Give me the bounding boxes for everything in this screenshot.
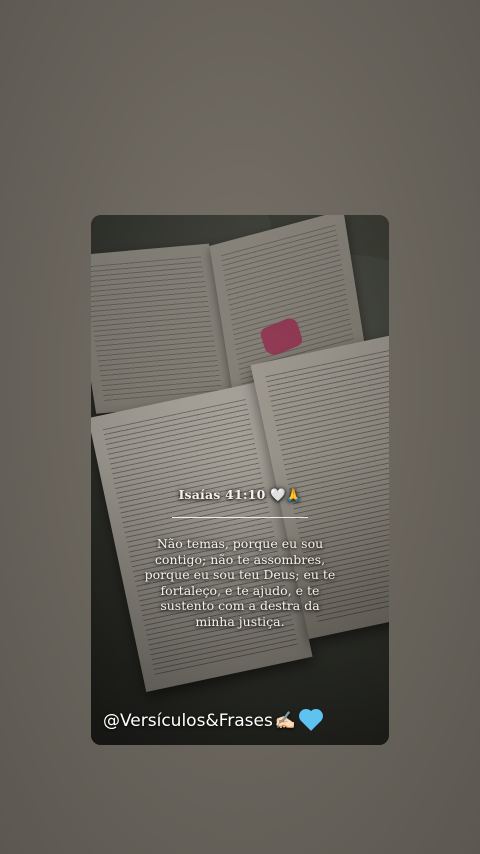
divider bbox=[172, 517, 308, 518]
photo-vignette bbox=[91, 215, 389, 745]
verse-reference-line: Isaías 41:10 🤍🙏 bbox=[91, 487, 389, 503]
verse-text: Não temas, porque eu sou contigo; não te… bbox=[144, 536, 336, 629]
white-heart-icon praying-hands-icon: 🤍🙏 bbox=[270, 487, 302, 502]
writing-hand-icon: ✍🏻 bbox=[274, 711, 296, 731]
verse-reference: Isaías 41:10 bbox=[178, 487, 266, 502]
account-handle-line[interactable]: @Versículos&Frases ✍🏻 bbox=[103, 711, 322, 731]
blue-heart-icon bbox=[301, 711, 321, 731]
verse-overlay: Isaías 41:10 🤍🙏 Não temas, porque eu sou… bbox=[91, 487, 389, 629]
account-handle[interactable]: @Versículos&Frases bbox=[103, 711, 273, 731]
story-card[interactable]: 31 Isaías 41:10 🤍🙏 Não temas, porque eu … bbox=[91, 215, 389, 745]
